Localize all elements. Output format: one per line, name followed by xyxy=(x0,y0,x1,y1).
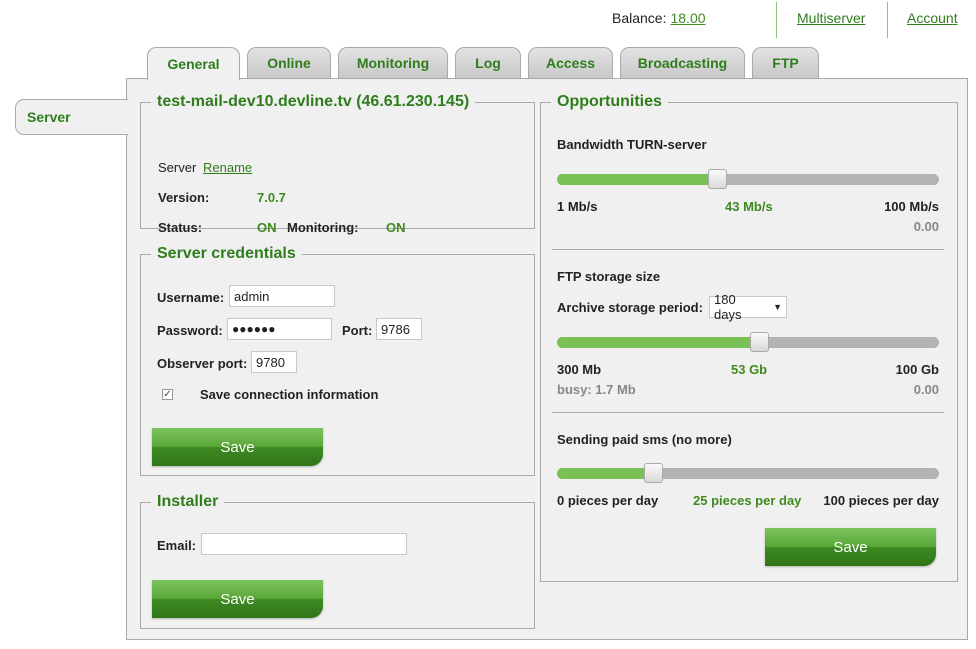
bandwidth-current: 43 Mb/s xyxy=(725,199,773,214)
balance: Balance: 18.00 xyxy=(612,10,706,26)
server-info-group: test-mail-dev10.devline.tv (46.61.230.14… xyxy=(140,93,535,235)
credentials-save-button[interactable]: Save xyxy=(152,428,323,466)
ftp-busy: busy: 1.7 Mb xyxy=(557,382,636,397)
username-label: Username: xyxy=(157,290,225,305)
bandwidth-title: Bandwidth TURN-server xyxy=(557,137,707,152)
balance-value[interactable]: 18.00 xyxy=(670,10,705,26)
monitoring-value: ON xyxy=(386,220,406,235)
tab-access[interactable]: Access xyxy=(528,47,613,78)
server-title: test-mail-dev10.devline.tv (46.61.230.14… xyxy=(151,93,476,111)
bandwidth-slider[interactable] xyxy=(557,169,939,189)
status-label: Status: xyxy=(158,220,203,235)
port-label: Port: xyxy=(342,323,373,338)
username-input[interactable] xyxy=(229,285,335,307)
bandwidth-min: 1 Mb/s xyxy=(557,199,598,214)
multiserver-link[interactable]: Multiserver xyxy=(797,10,865,26)
divider xyxy=(552,412,944,413)
sms-title: Sending paid sms (no more) xyxy=(557,432,732,447)
version-value: 7.0.7 xyxy=(257,190,286,205)
opportunities-group: Opportunities Bandwidth TURN-server 1 Mb… xyxy=(540,93,958,582)
email-label: Email: xyxy=(157,538,197,553)
monitoring-label: Monitoring: xyxy=(287,220,359,235)
sms-max: 100 pieces per day xyxy=(823,493,939,508)
server-label: Server xyxy=(158,160,197,175)
archive-label: Archive storage period: xyxy=(557,300,703,315)
installer-group: Installer Email: Save xyxy=(140,493,535,629)
tab-monitoring[interactable]: Monitoring xyxy=(338,47,448,78)
status-value: ON xyxy=(257,220,277,235)
tab-ftp[interactable]: FTP xyxy=(752,47,819,78)
sms-slider-fill xyxy=(557,468,653,479)
tab-log[interactable]: Log xyxy=(455,47,521,78)
tab-broadcasting[interactable]: Broadcasting xyxy=(620,47,745,78)
installer-save-button[interactable]: Save xyxy=(152,580,323,618)
ftp-slider[interactable] xyxy=(557,332,939,352)
archive-period-value: 180 days xyxy=(714,292,742,322)
ftp-cost: 0.00 xyxy=(913,382,939,397)
tab-general[interactable]: General xyxy=(147,47,240,80)
chevron-down-icon: ▼ xyxy=(773,302,782,312)
credentials-group: Server credentials Username: Password: P… xyxy=(140,245,535,476)
sms-slider[interactable] xyxy=(557,463,939,483)
credentials-legend: Server credentials xyxy=(151,245,302,263)
balance-label: Balance: xyxy=(612,10,667,26)
observer-port-input[interactable] xyxy=(251,351,297,373)
port-input[interactable] xyxy=(376,318,422,340)
side-tab-server[interactable]: Server xyxy=(15,99,128,135)
ftp-current: 53 Gb xyxy=(731,362,768,377)
opportunities-save-button[interactable]: Save xyxy=(765,528,936,566)
top-divider xyxy=(887,2,888,38)
observer-port-label: Observer port: xyxy=(157,356,248,371)
ftp-max: 100 Gb xyxy=(895,362,939,377)
top-divider xyxy=(776,2,777,38)
bandwidth-slider-handle[interactable] xyxy=(708,169,727,189)
divider xyxy=(552,249,944,250)
main-panel: test-mail-dev10.devline.tv (46.61.230.14… xyxy=(126,78,968,640)
bandwidth-cost: 0.00 xyxy=(913,219,939,234)
save-connection-label: Save connection information xyxy=(200,387,379,402)
bandwidth-max: 100 Mb/s xyxy=(884,199,939,214)
sms-slider-handle[interactable] xyxy=(644,463,663,483)
version-label: Version: xyxy=(158,190,210,205)
ftp-slider-handle[interactable] xyxy=(750,332,769,352)
tab-online[interactable]: Online xyxy=(247,47,331,78)
ftp-title: FTP storage size xyxy=(557,269,661,284)
archive-period-select[interactable]: 180 days ▼ xyxy=(709,292,787,322)
ftp-min: 300 Mb xyxy=(557,362,602,377)
sms-min: 0 pieces per day xyxy=(557,493,659,508)
installer-legend: Installer xyxy=(151,493,225,511)
ftp-slider-fill xyxy=(557,337,759,348)
rename-link[interactable]: Rename xyxy=(203,160,252,175)
bandwidth-slider-fill xyxy=(557,174,717,185)
sms-current: 25 pieces per day xyxy=(693,493,802,508)
opportunities-legend: Opportunities xyxy=(551,93,668,111)
account-link[interactable]: Account xyxy=(907,10,958,26)
password-label: Password: xyxy=(157,323,223,338)
email-input[interactable] xyxy=(201,533,407,555)
save-connection-checkbox[interactable]: ✓ xyxy=(162,389,173,400)
password-input[interactable] xyxy=(227,318,332,340)
